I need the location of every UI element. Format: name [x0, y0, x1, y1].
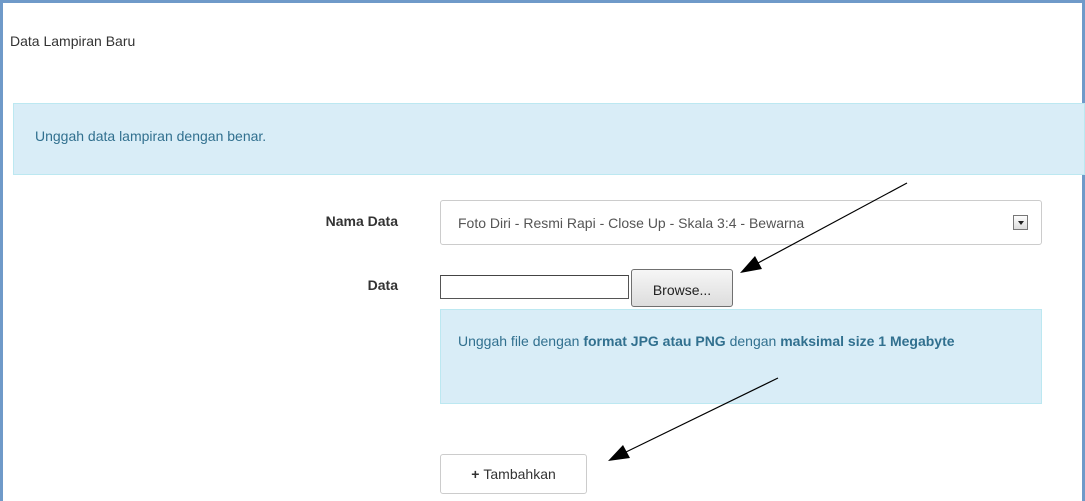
annotation-arrow-line-2 [625, 377, 779, 453]
annotation-arrowhead-2 [608, 445, 630, 461]
annotation-arrow-line-1 [757, 182, 908, 264]
annotation-arrows [608, 182, 908, 461]
annotation-arrowhead-1 [740, 256, 762, 273]
